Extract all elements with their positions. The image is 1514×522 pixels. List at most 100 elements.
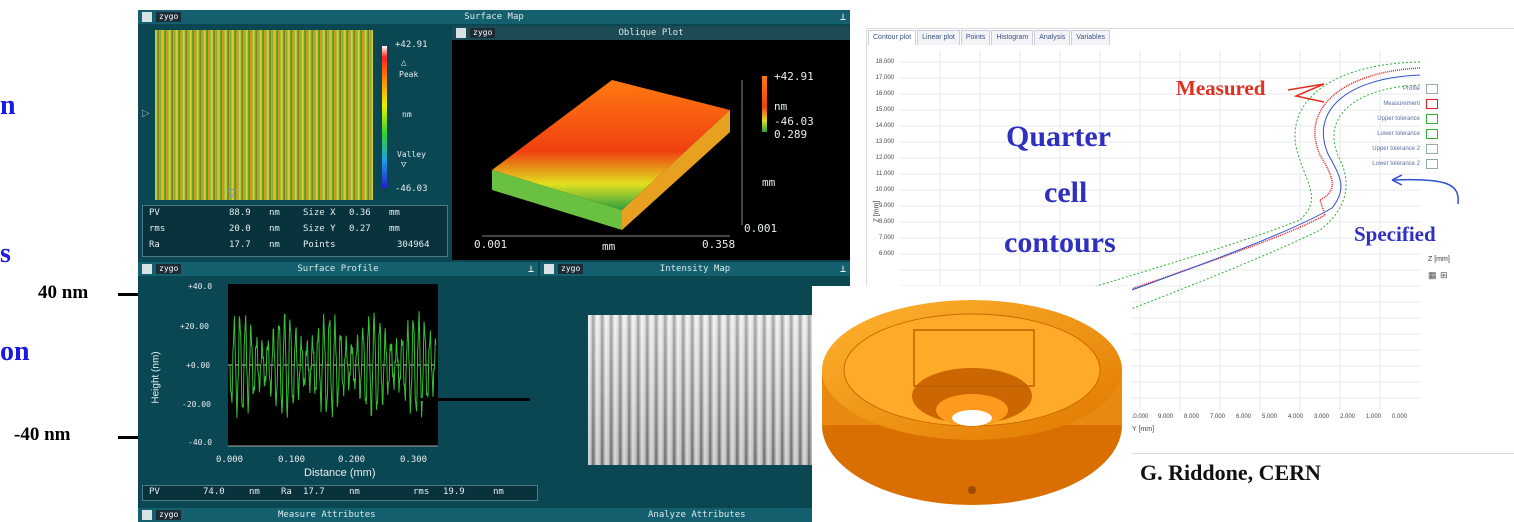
oblique-right-unit: mm <box>762 176 776 189</box>
surface-profile-title: Surface Profile <box>297 264 379 274</box>
oblique-plot-title: Oblique Plot <box>618 28 684 38</box>
annotation-cell: cell <box>1044 176 1088 209</box>
profile-ytick: +0.00 <box>186 361 211 370</box>
legend-swatch[interactable] <box>1426 129 1438 139</box>
contour-ytick: 10.000 <box>875 187 894 193</box>
stat-label: rms <box>149 224 166 234</box>
label-40nm-top: 40 nm <box>38 282 89 303</box>
contour-ytick: 7.000 <box>878 235 894 241</box>
oblique-plot-titlebar[interactable]: zygo Oblique Plot <box>452 26 850 40</box>
stat-label2: Size X <box>303 208 336 218</box>
specified-arrow-icon <box>1391 174 1459 205</box>
contour-ytick: 12.000 <box>875 155 894 161</box>
oblique-x-min: 0.001 <box>474 238 508 251</box>
legend-lower-tolerance: Lower tolerance <box>1377 131 1420 137</box>
oblique-x-max: 0.358 <box>702 238 736 251</box>
legend-lower-tolerance-2: Lower tolerance 2 <box>1372 161 1420 167</box>
profile-xtick: 0.200 <box>338 455 366 465</box>
annotation-measured: Measured <box>1176 76 1266 100</box>
legend-swatch[interactable] <box>1426 159 1438 169</box>
oblique-min: -46.03 <box>774 115 814 128</box>
contour-ytick: 13.000 <box>875 139 894 145</box>
contour-ytick: 9.000 <box>878 203 894 209</box>
intensity-map-title: Intensity Map <box>659 264 731 274</box>
zoom-tool-icon[interactable]: ⊞ <box>1440 270 1448 281</box>
map-left-marker-icon[interactable]: ▷ <box>142 108 152 119</box>
measured-arrow-icon <box>1287 83 1325 103</box>
profile-xtick: 0.000 <box>216 455 244 465</box>
tab-points[interactable]: Points <box>960 30 991 45</box>
stat-unit: nm <box>269 224 280 234</box>
stat-label: PV <box>149 208 160 218</box>
contour-xtick: 5.000 <box>1262 414 1278 420</box>
contour-ytick: 17.000 <box>875 75 894 81</box>
tab-histogram[interactable]: Histogram <box>991 30 1034 45</box>
tab-contour-plot[interactable]: Contour plot <box>868 30 917 45</box>
pin-icon[interactable]: ⊥ <box>840 11 846 25</box>
oblique-max: +42.91 <box>774 70 814 83</box>
stat-value2: 304964 <box>397 240 430 250</box>
stat-unit2: mm <box>389 208 400 218</box>
grid-toggle-icon[interactable]: ▦ <box>1428 270 1437 281</box>
profile-stats-row: PV 74.0 nm Ra 17.7 nm rms 19.9 nm <box>142 485 538 501</box>
measure-attributes-title: Measure Attributes <box>278 510 376 520</box>
profile-ylabel: Height (nm) <box>150 351 162 404</box>
contour-ytick: 14.000 <box>875 123 894 129</box>
ra-value: 17.7 <box>303 487 325 497</box>
stat-value: 20.0 <box>229 224 251 234</box>
legend-swatch[interactable] <box>1426 114 1438 124</box>
contour-ytick: 8.000 <box>878 219 894 225</box>
map-bottom-marker-icon[interactable]: ▽ <box>227 186 236 200</box>
tab-linear-plot[interactable]: Linear plot <box>917 30 960 45</box>
contour-ytick: 16.000 <box>875 91 894 97</box>
pv-label: PV <box>149 487 160 497</box>
legend-swatch[interactable] <box>1426 99 1438 109</box>
menu-box-icon[interactable] <box>142 510 152 520</box>
legend-upper-tolerance-2: Upper tolerance 2 <box>1372 146 1420 152</box>
contour-ylabel: Z [mm] <box>873 200 881 223</box>
ra-label: Ra <box>281 487 292 497</box>
surface-map-image[interactable] <box>155 30 373 200</box>
contour-xtick: 9.000 <box>1158 414 1174 420</box>
scale-unit: nm <box>402 110 412 119</box>
contour-ytick: 18.000 <box>875 59 894 65</box>
credit-text: G. Riddone, CERN <box>1140 460 1321 485</box>
peak-arrow-icon: △ <box>401 58 407 68</box>
contour-ytick: 15.000 <box>875 107 894 113</box>
contour-xtick: 2.000 <box>1340 414 1356 420</box>
profile-xtick: 0.100 <box>278 455 306 465</box>
stat-value2: 0.36 <box>349 208 371 218</box>
annotation-quarter: Quarter <box>1006 120 1111 153</box>
stat-unit2: mm <box>389 224 400 234</box>
analyze-attributes-title: Analyze Attributes <box>648 510 746 520</box>
profile-ytick: +40.0 <box>188 282 213 291</box>
side-z-label: Z [mm] <box>1428 256 1450 263</box>
intensity-map-titlebar[interactable]: zygo Intensity Map ⊥ <box>540 262 850 276</box>
contour-xtick: 0.000 <box>1392 414 1408 420</box>
stat-value: 88.9 <box>229 208 251 218</box>
contour-xtick: 1.000 <box>1366 414 1382 420</box>
oblique-right-min: 0.001 <box>744 222 778 235</box>
oblique-x-unit: mm <box>602 240 616 253</box>
scale-max: +42.91 <box>395 40 428 50</box>
ra-unit: nm <box>349 487 360 497</box>
label-40nm-bottom: -40 nm <box>14 424 71 445</box>
pv-unit: nm <box>249 487 260 497</box>
intensity-map-image[interactable] <box>588 315 820 465</box>
legend-swatch[interactable] <box>1426 84 1438 94</box>
surface-map-titlebar[interactable]: zygo Surface Map ⊥ <box>138 10 850 24</box>
annotation-specified: Specified <box>1354 222 1436 246</box>
tab-variables[interactable]: Variables <box>1071 30 1110 45</box>
bottom-titlebar[interactable]: zygo Measure Attributes Analyze Attribut… <box>138 508 850 522</box>
rms-label: rms <box>413 487 430 497</box>
stat-label2: Points <box>303 240 336 250</box>
surface-profile-titlebar[interactable]: zygo Surface Profile ⊥ <box>138 262 538 276</box>
pin-icon[interactable]: ⊥ <box>528 263 534 277</box>
pin-icon[interactable]: ⊥ <box>840 263 846 277</box>
legend-swatch[interactable] <box>1426 144 1438 154</box>
tab-analysis[interactable]: Analysis <box>1034 30 1071 45</box>
stat-value: 17.7 <box>229 240 251 250</box>
scale-min: -46.03 <box>395 184 428 194</box>
scale-peak: Peak <box>399 70 419 79</box>
surface-map-colorscale <box>382 46 387 188</box>
